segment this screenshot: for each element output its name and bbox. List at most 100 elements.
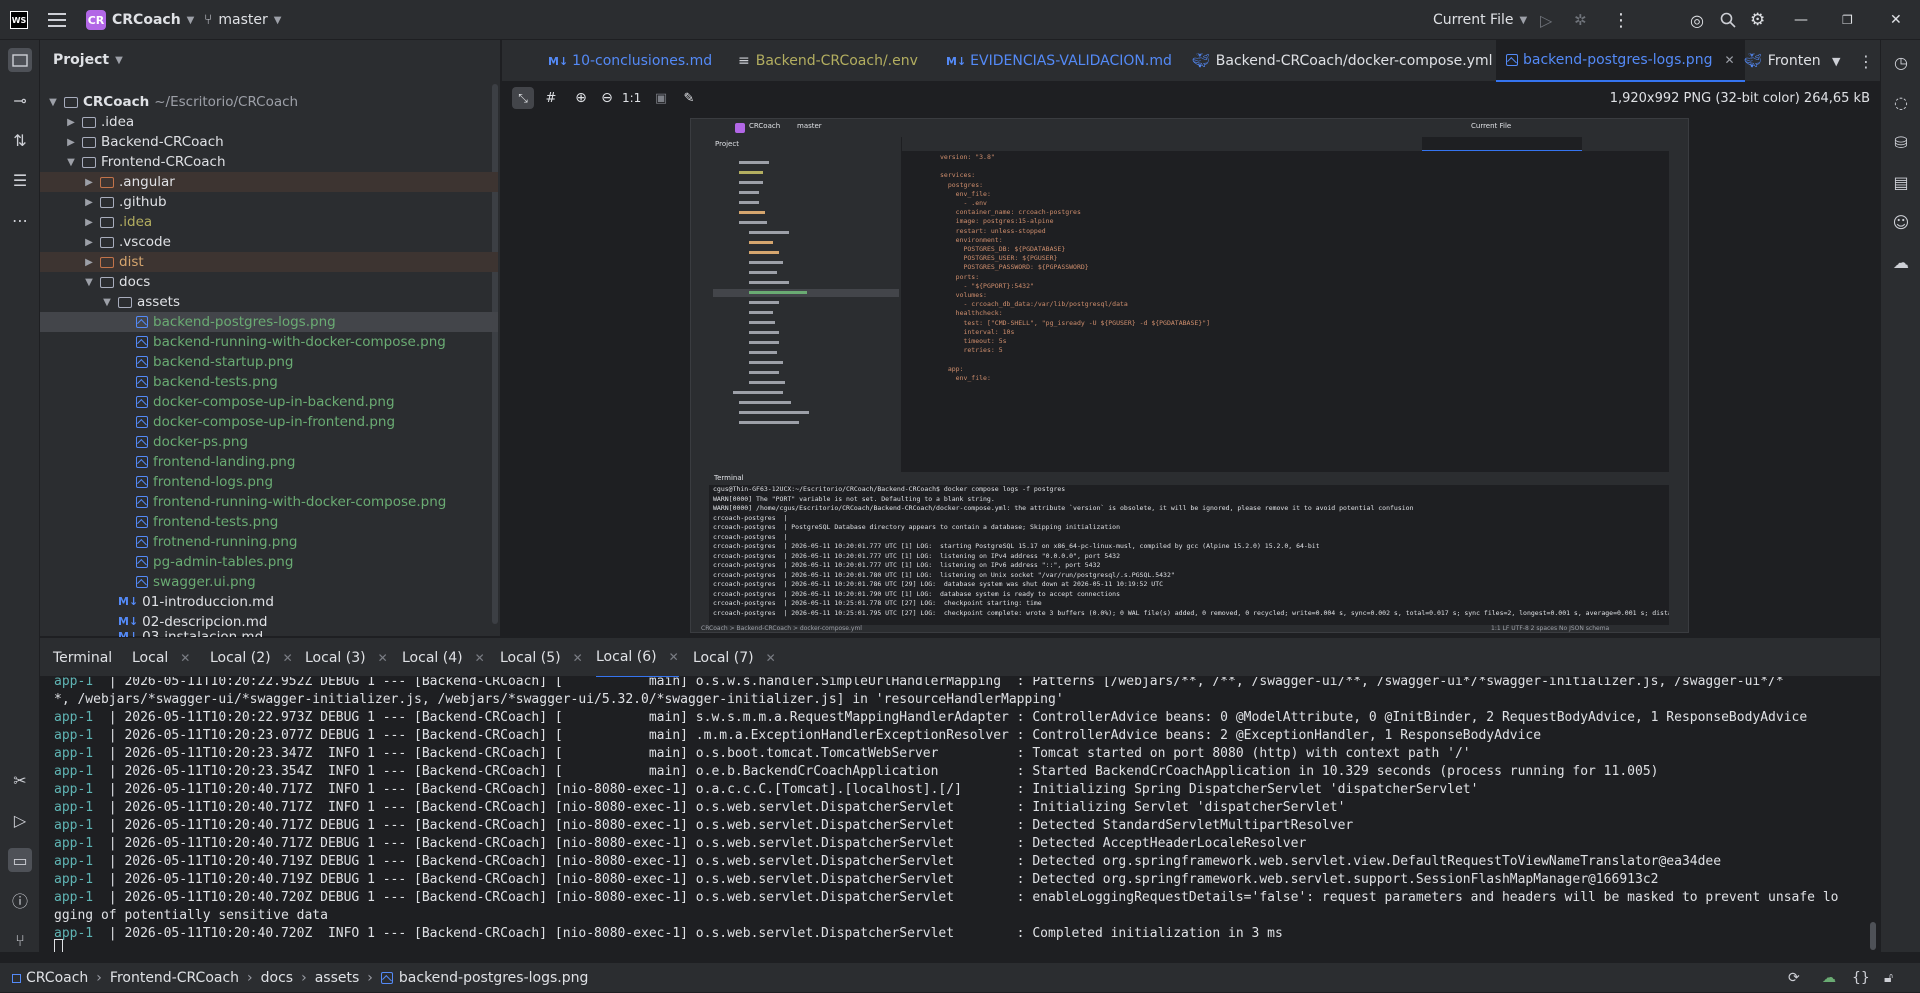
notifications-icon[interactable]: ◷ <box>1889 50 1913 74</box>
tree-item[interactable]: docker-compose-up-in-backend.png <box>40 392 498 412</box>
tab-local-5[interactable]: Local (5) ✕ <box>500 638 583 678</box>
tab-local-7[interactable]: Local (7) ✕ <box>693 638 776 678</box>
more-actions-icon[interactable]: ⋮ <box>1848 40 1884 82</box>
close-icon[interactable]: ✕ <box>475 651 485 665</box>
cloud-icon[interactable]: ☁ <box>1889 250 1913 274</box>
project-tool-icon[interactable] <box>8 48 32 72</box>
tree-item[interactable]: frotnend-running.png <box>40 532 498 552</box>
branch-switcher[interactable]: ⑂ master ▼ <box>204 0 281 40</box>
more-tools-icon[interactable]: ⋯ <box>8 208 32 232</box>
tree-root[interactable]: ▼ CRCoach ~/Escritorio/CRCoach <box>40 92 498 112</box>
close-icon[interactable]: ✕ <box>378 651 388 665</box>
close-icon[interactable]: ✕ <box>283 651 293 665</box>
tabs-dropdown-icon[interactable]: ▼ <box>1822 40 1850 82</box>
color-picker-icon[interactable]: ✎ <box>678 87 700 109</box>
close-icon[interactable]: ✕ <box>669 650 679 664</box>
tab-frontend[interactable]: 🐳︎ Fronten <box>1734 40 1831 82</box>
tree-item[interactable]: ▶ .github <box>40 192 498 212</box>
run-icon[interactable]: ▷ <box>1540 0 1552 40</box>
project-switcher[interactable]: CR CRCoach ▼ <box>86 0 194 40</box>
tab-10-conclusiones[interactable]: M↓ 10-conclusiones.md <box>538 40 722 82</box>
markdown-file-icon: M↓ <box>946 54 967 68</box>
tree-item[interactable]: backend-tests.png <box>40 372 498 392</box>
breadcrumb-item[interactable]: CRCoach <box>26 970 88 986</box>
breadcrumb-item[interactable]: Frontend-CRCoach <box>110 970 239 986</box>
image-file-icon <box>136 316 148 328</box>
lock-icon[interactable]: 🔓︎ <box>1884 963 1893 993</box>
terminal-tool-icon[interactable]: ▭ <box>8 848 32 872</box>
tree-item[interactable]: backend-running-with-docker-compose.png <box>40 332 498 352</box>
tree-item[interactable]: frontend-running-with-docker-compose.png <box>40 492 498 512</box>
problems-icon[interactable]: ⓘ <box>8 888 32 912</box>
markdown-preview-icon[interactable]: ▤ <box>1889 170 1913 194</box>
tab-backend-postgres-logs[interactable]: backend-postgres-logs.png ✕ <box>1496 40 1745 82</box>
search-icon[interactable] <box>1720 0 1736 40</box>
tree-item[interactable]: ▼ docs <box>40 272 498 292</box>
tree-item[interactable]: ▶ .idea <box>40 112 498 132</box>
tab-local-6[interactable]: Local (6) ✕ <box>596 638 679 678</box>
vcs-widget-icon[interactable]: ⟳ <box>1788 963 1800 993</box>
tree-item[interactable]: frontend-logs.png <box>40 472 498 492</box>
background-icon[interactable]: ▣ <box>650 87 672 109</box>
tree-item[interactable]: frontend-landing.png <box>40 452 498 472</box>
tree-item[interactable]: ▶ .vscode <box>40 232 498 252</box>
tree-item[interactable]: ▶ .idea <box>40 212 498 232</box>
ai-chat-icon[interactable]: ◌ <box>1889 90 1913 114</box>
tree-item[interactable]: M↓ 02-descripcion.md <box>40 612 498 632</box>
tree-item[interactable]: backend-postgres-logs.png <box>40 312 498 332</box>
tab-backend-env[interactable]: ≡ Backend-CRCoach/.env <box>728 40 928 82</box>
tree-item[interactable]: docker-compose-up-in-frontend.png <box>40 412 498 432</box>
commit-tool-icon[interactable]: ⊸ <box>8 88 32 112</box>
breadcrumb-item[interactable]: backend-postgres-logs.png <box>399 970 588 986</box>
gear-icon[interactable]: ⚙ <box>1750 0 1765 40</box>
services-icon[interactable]: ▷ <box>8 808 32 832</box>
terminal-scrollbar[interactable] <box>1870 922 1876 950</box>
ai-status-icon[interactable]: ☁ <box>1822 963 1836 993</box>
structure-icon[interactable]: ☰ <box>8 168 32 192</box>
code-style-icon[interactable]: {} <box>1852 963 1870 993</box>
pull-requests-icon[interactable]: ⇅ <box>8 128 32 152</box>
close-icon[interactable]: ✕ <box>766 651 776 665</box>
tab-local-2[interactable]: Local (2) ✕ <box>210 638 293 678</box>
zoom-out-icon[interactable]: ⊖ <box>596 87 618 109</box>
tree-item[interactable]: swagger.ui.png <box>40 572 498 592</box>
ai-assistant-icon[interactable]: ◎ <box>1690 0 1704 40</box>
breadcrumb-item[interactable]: assets <box>315 970 360 986</box>
tree-item[interactable]: ▼ assets <box>40 292 498 312</box>
tree-item[interactable]: ▼ Frontend-CRCoach <box>40 152 498 172</box>
tree-item[interactable]: ▶ dist <box>40 252 498 272</box>
close-icon[interactable]: ✕ <box>1890 0 1902 40</box>
minimize-icon[interactable]: — <box>1794 0 1808 40</box>
zoom-in-icon[interactable]: ⊕ <box>570 87 592 109</box>
tab-evidencias[interactable]: M↓ EVIDENCIAS-VALIDACION.md <box>936 40 1182 82</box>
tree-item[interactable]: frontend-tests.png <box>40 512 498 532</box>
terminal-title[interactable]: Terminal <box>53 638 112 678</box>
terminal-output[interactable]: app-1 | 2026-05-11T10:20:22.952Z DEBUG 1… <box>40 677 1880 952</box>
build-icon[interactable]: ✂ <box>8 768 32 792</box>
tab-docker-compose[interactable]: 🐳︎ Backend-CRCoach/docker-compose.yml <box>1182 40 1503 82</box>
tree-item[interactable]: pg-admin-tables.png <box>40 552 498 572</box>
grid-icon[interactable]: # <box>540 87 562 109</box>
tree-item[interactable]: backend-startup.png <box>40 352 498 372</box>
project-panel-header[interactable]: Project ▼ <box>53 40 123 80</box>
tree-item[interactable]: docker-ps.png <box>40 432 498 452</box>
debug-icon[interactable]: ✲ <box>1574 0 1587 40</box>
database-icon[interactable]: ⛁ <box>1889 130 1913 154</box>
fit-zoom-icon[interactable]: ⤡ <box>512 87 534 109</box>
actual-size-button[interactable]: 1:1 <box>622 87 641 109</box>
breadcrumb-item[interactable]: docs <box>261 970 293 986</box>
tree-item[interactable]: M↓ 01-introduccion.md <box>40 592 498 612</box>
copilot-icon[interactable]: ☺ <box>1889 210 1913 234</box>
restore-icon[interactable]: ❐ <box>1842 0 1853 40</box>
tab-local-4[interactable]: Local (4) ✕ <box>402 638 485 678</box>
close-icon[interactable]: ✕ <box>180 651 190 665</box>
git-icon[interactable]: ⑂ <box>8 928 32 952</box>
run-config-selector[interactable]: Current File ▼ <box>1433 0 1527 40</box>
tree-item[interactable]: ▶ Backend-CRCoach <box>40 132 498 152</box>
tree-item[interactable]: ▶ .angular <box>40 172 498 192</box>
more-actions-icon[interactable]: ⋮ <box>1612 0 1630 40</box>
tab-local[interactable]: Local ✕ <box>132 638 190 678</box>
close-icon[interactable]: ✕ <box>573 651 583 665</box>
main-menu-icon[interactable] <box>48 0 66 40</box>
tab-local-3[interactable]: Local (3) ✕ <box>305 638 388 678</box>
